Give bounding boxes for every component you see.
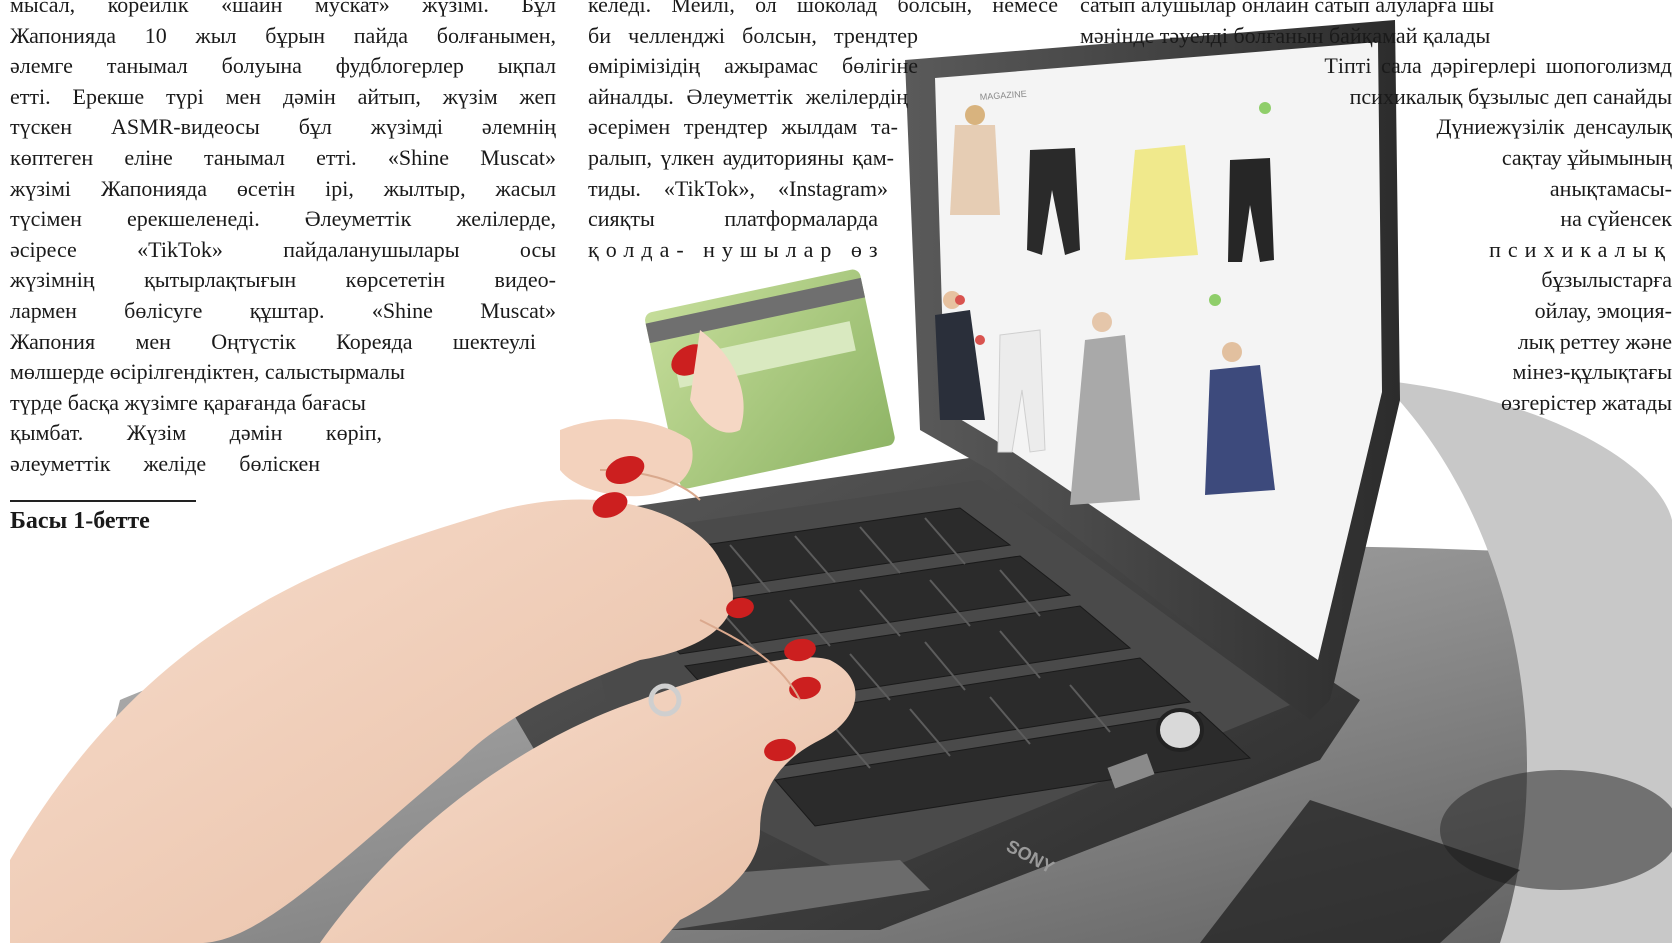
article-line: қолда- нушылар өз <box>588 236 885 262</box>
article-line: бұзылыстарға <box>1541 267 1672 293</box>
article-line: түсімен ерекшеленеді. Әлеуметтік желілер… <box>10 206 556 232</box>
article-line: анықтамасы- <box>1549 175 1672 201</box>
article-line: әлеуметтік желіде бөліскен <box>10 450 320 476</box>
article-column-left: мысал, корейлік «шайн мускат» жүзімі. Бұ… <box>10 0 556 480</box>
article-line: лармен бөлісуге құштар. «Shine Muscat» <box>10 297 556 323</box>
article-line: қымбат. Жүзім дәмін көріп, <box>10 420 382 446</box>
article-line: жүзімі Жапонияда өсетін ірі, жылтыр, жас… <box>10 175 556 201</box>
article-line: сатып алушылар онлайн сатып алуларға шы <box>1080 0 1494 17</box>
article-line: өзгерістер жатады <box>1501 389 1672 415</box>
article-line: айналды. Әлеуметтік желілердің <box>588 83 908 109</box>
article-line: психикалық бұзылыс деп санайды <box>1349 83 1672 109</box>
article-line: түскен ASMR-видеосы бұл жүзімді әлемнің <box>10 114 556 140</box>
article-line: Жапония мен Оңтүстік Кореяда шектеулі <box>10 328 536 354</box>
article-line: сияқты платформаларда <box>588 206 878 232</box>
article-line: мысал, корейлік «шайн мускат» жүзімі. Бұ… <box>10 0 556 17</box>
article-line: ойлау, эмоция- <box>1534 297 1672 323</box>
article-line: Дүниежүзілік денсаулық <box>1436 114 1672 140</box>
article-line: әлемге танымал болуына фудблогерлер ықпа… <box>10 53 556 79</box>
continued-from-label: Басы 1-бетте <box>10 508 150 534</box>
article-line: жүзімнің қытырлақтығын көрсететін видео- <box>10 267 556 293</box>
continuation-rule <box>10 500 196 502</box>
article-line: сақтау ұйымының <box>1501 144 1672 170</box>
article-line: етті. Ерекше түрі мен дәмін айтып, жүзім… <box>10 83 556 109</box>
article-column-right: сатып алушылар онлайн сатып алуларға шы … <box>1080 0 1672 418</box>
article-line: мөлшерде өсірілгендіктен, салыстырмалы <box>10 359 405 385</box>
article-line: на сүйенсек <box>1560 206 1672 232</box>
article-line: мінез-құлықтағы <box>1512 359 1672 385</box>
article-line: мәнінде тәуелді болғанын байқамай қалады <box>1080 22 1491 48</box>
article-line: ралып, үлкен аудиторияны қам- <box>588 144 894 170</box>
article-line: әсіресе «TikTok» пайдаланушылары осы <box>10 236 556 262</box>
article-line: Жапонияда 10 жыл бұрын пайда болғанымен, <box>10 22 556 48</box>
article-line: әсерімен трендтер жылдам та- <box>588 114 898 140</box>
article-column-middle: келеді. Мейлі, ол шоколад болсын, немесе… <box>588 0 1140 265</box>
article-line: лық реттеу және <box>1517 328 1672 354</box>
article-line: би челленджі болсын, трендтер <box>588 22 918 48</box>
article-line: психикалық <box>1489 236 1672 262</box>
article-line: өмірімізідің ажырамас бөлігіне <box>588 53 918 79</box>
article-line: тиды. «TikTok», «Instagram» <box>588 175 888 201</box>
article-line: Тіпті сала дәрігерлері шопоголизмд <box>1324 53 1672 79</box>
article-line: түрде басқа жүзімге қарағанда бағасы <box>10 389 366 415</box>
article-line: келеді. Мейлі, ол шоколад болсын, немесе <box>588 0 1058 17</box>
article-line: көптеген еліне танымал етті. «Shine Musc… <box>10 144 556 170</box>
